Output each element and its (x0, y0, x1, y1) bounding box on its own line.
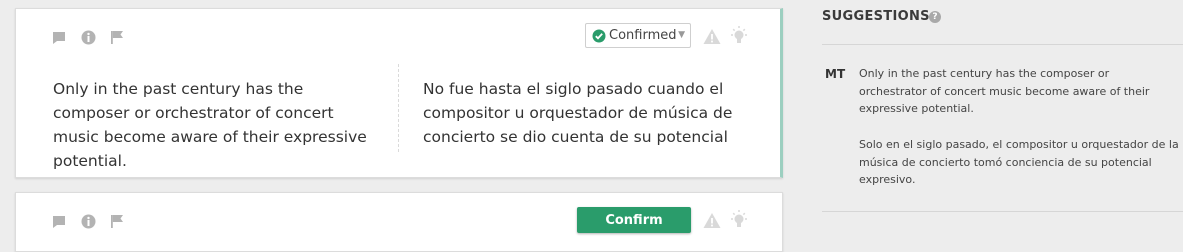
suggestion-source-label: MT (825, 67, 846, 81)
source-target-divider (398, 64, 399, 152)
segment-toolbar: Confirm (16, 193, 782, 245)
comment-icon[interactable] (52, 215, 66, 229)
confirm-button[interactable]: Confirm (577, 207, 691, 233)
lightbulb-icon[interactable] (728, 25, 750, 47)
flag-icon[interactable] (110, 214, 124, 229)
target-text[interactable]: No fue hasta el siglo pasado cuando el c… (423, 77, 753, 149)
warning-icon[interactable] (703, 28, 721, 45)
source-text: Only in the past century has the compose… (53, 80, 367, 170)
lightbulb-icon[interactable] (728, 209, 750, 231)
comment-icon[interactable] (52, 31, 66, 45)
divider (822, 211, 1183, 212)
help-icon[interactable]: ? (929, 11, 941, 23)
segment-toolbar: Confirmed ▼ (16, 9, 780, 61)
warning-icon[interactable] (703, 212, 721, 229)
flag-icon[interactable] (110, 30, 124, 45)
suggestions-panel: SUGGESTIONS ? MT Only in the past centur… (822, 0, 1183, 245)
chevron-down-icon: ▼ (678, 30, 685, 40)
check-circle-icon (592, 29, 606, 43)
segment-2[interactable]: Confirm (15, 192, 783, 252)
status-dropdown[interactable]: Confirmed ▼ (585, 23, 691, 48)
divider (822, 44, 1183, 45)
segment-1[interactable]: Confirmed ▼ Only in the past century has… (15, 8, 783, 178)
suggestion-original: Only in the past century has the compose… (859, 67, 1150, 115)
info-icon[interactable] (81, 214, 96, 229)
status-label: Confirmed (609, 28, 677, 43)
panel-title: SUGGESTIONS (822, 9, 930, 24)
info-icon[interactable] (81, 30, 96, 45)
suggestion-translation[interactable]: Solo en el siglo pasado, el compositor u… (859, 136, 1179, 189)
